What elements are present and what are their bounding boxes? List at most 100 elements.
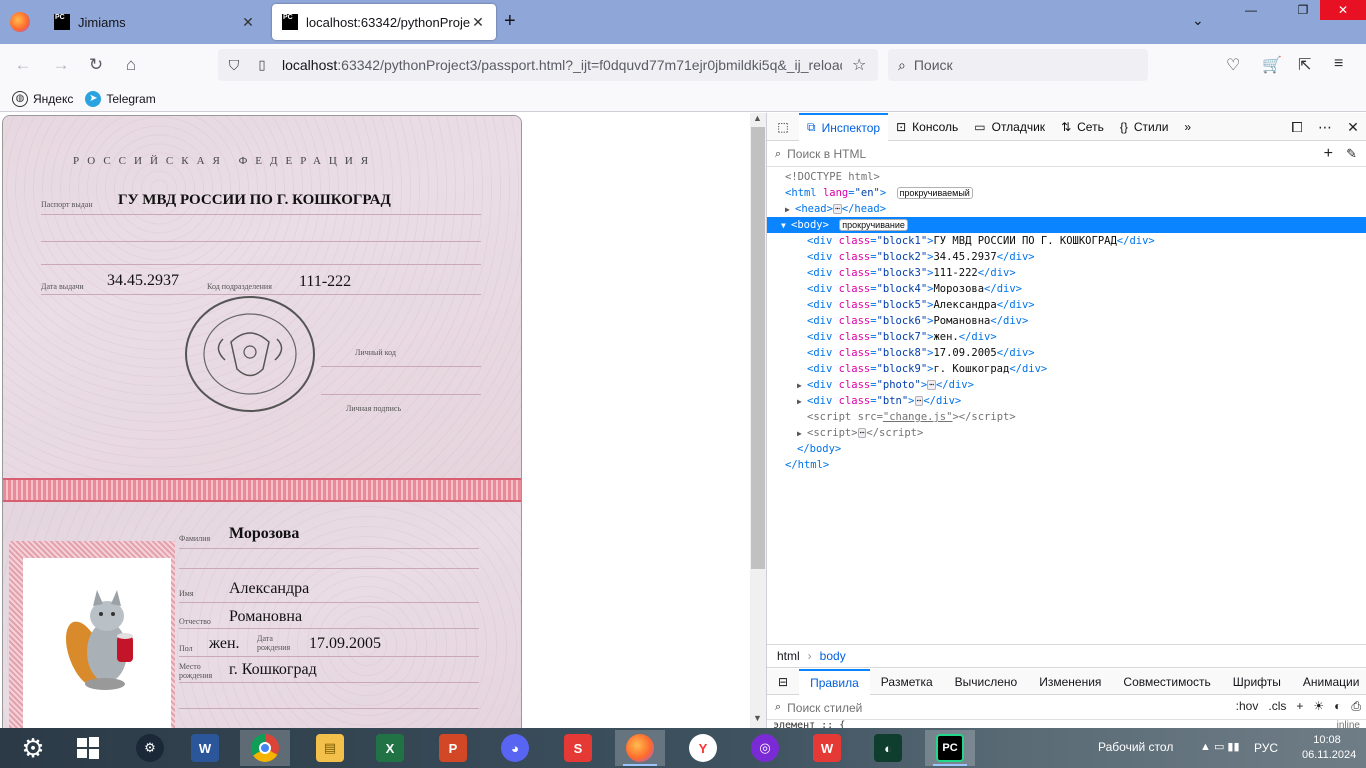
block-div-node[interactable]: <div class="block9">г. Кошкоград</div> <box>807 361 1047 377</box>
language-indicator[interactable]: РУС <box>1254 741 1278 755</box>
block-div-node[interactable]: <div class="block2">34.45.2937</div> <box>807 249 1035 265</box>
clock[interactable]: 10:08 06.11.2024 <box>1302 733 1356 763</box>
block-div-node[interactable]: <div class="block8">17.09.2005</div> <box>807 345 1035 361</box>
system-tray-icons[interactable]: ▲ ▭ ▮▮ <box>1200 740 1240 753</box>
block-div-node[interactable]: <div class="block1">ГУ МВД РОССИИ ПО Г. … <box>807 233 1155 249</box>
s-app-icon[interactable]: S <box>553 730 603 766</box>
settings-gear-icon[interactable]: ⚙ <box>8 730 58 766</box>
wps-office-icon[interactable]: W <box>802 730 852 766</box>
more-options-icon[interactable]: ⋯ <box>1311 119 1339 136</box>
collapsed-dots-icon[interactable]: ⋯ <box>914 396 924 406</box>
expand-triangle-icon[interactable]: ▶ <box>797 394 807 410</box>
html-node[interactable]: <html lang="en"> прокручиваемый <box>785 185 973 201</box>
excel-icon[interactable]: X <box>365 730 415 766</box>
url-text[interactable]: localhost:63342/pythonProject3/passport.… <box>282 57 842 73</box>
block-div-node[interactable]: <div class="block3">111-222</div> <box>807 265 1016 281</box>
hov-toggle[interactable]: :hov <box>1236 699 1259 714</box>
collapse-triangle-icon[interactable]: ▼ <box>781 218 791 234</box>
body-close-node[interactable]: </body> <box>797 441 841 457</box>
script-inline-node[interactable]: ▶ <script> ⋯ </script> <box>797 425 923 441</box>
cart-icon[interactable]: 🛒 <box>1262 55 1282 75</box>
tab-passport[interactable]: PC localhost:63342/pythonProject3 ✕ <box>272 4 496 40</box>
collapsed-dots-icon[interactable]: ⋯ <box>832 204 842 214</box>
close-window-icon[interactable]: ✕ <box>1320 0 1366 20</box>
scrollable-badge[interactable]: прокручиваемый <box>896 187 973 199</box>
tab-rules[interactable]: Правила <box>799 668 870 695</box>
block-div-node[interactable]: <div class="block5">Александра</div> <box>807 297 1035 313</box>
firefox-icon[interactable] <box>615 730 665 766</box>
dock-side-icon[interactable]: ⧠ <box>1283 119 1311 136</box>
add-rule-icon[interactable]: + <box>1296 699 1303 714</box>
close-tab-icon[interactable]: ✕ <box>240 14 256 31</box>
body-node[interactable]: ▼ <body> прокручивание <box>767 217 1366 233</box>
address-bar[interactable]: ⛉ ▯ localhost:63342/pythonProject3/passp… <box>218 49 878 81</box>
breadcrumb-body[interactable]: body <box>820 649 846 663</box>
close-tab-icon[interactable]: ✕ <box>470 14 486 31</box>
dark-mode-icon[interactable]: ◐ <box>1334 699 1341 714</box>
windows-start-icon[interactable] <box>63 730 113 766</box>
breadcrumb-html[interactable]: html <box>777 649 800 663</box>
firefox-menu-icon[interactable] <box>10 12 30 32</box>
toggle-sidebar-icon[interactable]: ⊟ <box>767 669 799 695</box>
tab-fonts[interactable]: Шрифты <box>1222 669 1292 695</box>
desktop-toolbar-label[interactable]: Рабочий стол <box>1098 740 1173 754</box>
home-icon[interactable]: ⌂ <box>120 54 142 76</box>
styles-search-input[interactable]: ⌕ Поиск стилей :hov .cls + ☀ ◐ ⎙ <box>767 696 1366 720</box>
tab-changes[interactable]: Изменения <box>1028 669 1112 695</box>
expand-triangle-icon[interactable]: ▶ <box>797 426 807 442</box>
tab-debugger[interactable]: ▭ Отладчик <box>966 113 1053 141</box>
tab-animations[interactable]: Анимации <box>1292 669 1366 695</box>
file-explorer-icon[interactable]: ▤ <box>305 730 355 766</box>
pocket-icon[interactable]: ♡ <box>1226 55 1240 75</box>
tracking-shield-icon[interactable]: ⛉ <box>224 57 244 74</box>
steam-icon[interactable]: ⚙ <box>125 730 175 766</box>
tab-styles[interactable]: {} Стили <box>1112 113 1177 141</box>
back-arrow-icon[interactable]: ← <box>12 54 34 76</box>
eyedropper-icon[interactable]: ✎ <box>1346 146 1357 162</box>
word-icon[interactable]: W <box>180 730 230 766</box>
btn-div-node[interactable]: ▶ <div class="btn"> ⋯ </div> <box>797 393 961 409</box>
page-info-icon[interactable]: ▯ <box>252 57 272 73</box>
tab-layout[interactable]: Разметка <box>870 669 944 695</box>
add-node-icon[interactable]: + <box>1324 145 1333 163</box>
tab-network[interactable]: ⇅ Сеть <box>1053 113 1112 141</box>
tab-inspector[interactable]: ⧉ Инспектор <box>799 112 889 141</box>
forward-arrow-icon[interactable]: → <box>50 54 72 76</box>
expand-triangle-icon[interactable]: ▶ <box>785 202 795 218</box>
tor-like-icon[interactable]: ◎ <box>740 730 790 766</box>
html-close-node[interactable]: </html> <box>785 457 829 473</box>
cls-toggle[interactable]: .cls <box>1268 699 1286 714</box>
dark-app-icon[interactable]: ◐ <box>863 730 913 766</box>
tab-jimiams[interactable]: PC Jimiams ✕ <box>44 4 266 40</box>
block-div-node[interactable]: <div class="block4">Морозова</div> <box>807 281 1022 297</box>
chrome-icon[interactable] <box>240 730 290 766</box>
bookmark-star-icon[interactable]: ☆ <box>852 55 866 75</box>
script-src-node[interactable]: <script src="change.js"></script> <box>807 409 1016 425</box>
yandex-browser-icon[interactable]: Y <box>678 730 728 766</box>
light-mode-icon[interactable]: ☀ <box>1313 699 1324 714</box>
tab-console[interactable]: ⊡ Консоль <box>888 113 966 141</box>
list-tabs-chevron-icon[interactable]: ⌄ <box>1192 12 1204 29</box>
scrolling-badge[interactable]: прокручивание <box>839 219 908 231</box>
bookmark-yandex[interactable]: ◍ Яндекс <box>12 90 73 107</box>
reload-icon[interactable]: ↻ <box>85 54 107 76</box>
scrollbar-thumb[interactable] <box>751 127 765 569</box>
head-node[interactable]: ▶ <head> ⋯ </head> <box>785 201 886 217</box>
minimize-window-icon[interactable]: — <box>1228 0 1274 20</box>
element-picker-icon[interactable]: ⬚ <box>767 113 799 141</box>
new-tab-icon[interactable]: + <box>504 10 516 33</box>
search-bar[interactable]: ⌕ Поиск <box>888 49 1148 81</box>
html-search-input[interactable]: ⌕ Поиск в HTML + ✎ <box>767 142 1366 167</box>
tab-computed[interactable]: Вычислено <box>944 669 1029 695</box>
block-div-node[interactable]: <div class="block6">Романовна</div> <box>807 313 1028 329</box>
expand-triangle-icon[interactable]: ▶ <box>797 378 807 394</box>
photo-div-node[interactable]: ▶ <div class="photo"> ⋯ </div> <box>797 377 974 393</box>
extensions-icon[interactable]: ⇱ <box>1298 55 1311 75</box>
more-tabs-chevron-icon[interactable]: » <box>1176 113 1199 141</box>
bookmark-telegram[interactable]: ➤ Telegram <box>85 90 156 107</box>
doctype-node[interactable]: <!DOCTYPE html> <box>785 169 880 185</box>
close-devtools-icon[interactable]: ✕ <box>1339 119 1366 136</box>
collapsed-dots-icon[interactable]: ⋯ <box>927 380 936 390</box>
hamburger-menu-icon[interactable]: ≡ <box>1334 55 1343 73</box>
page-scrollbar[interactable]: ▲ ▼ <box>750 113 766 728</box>
